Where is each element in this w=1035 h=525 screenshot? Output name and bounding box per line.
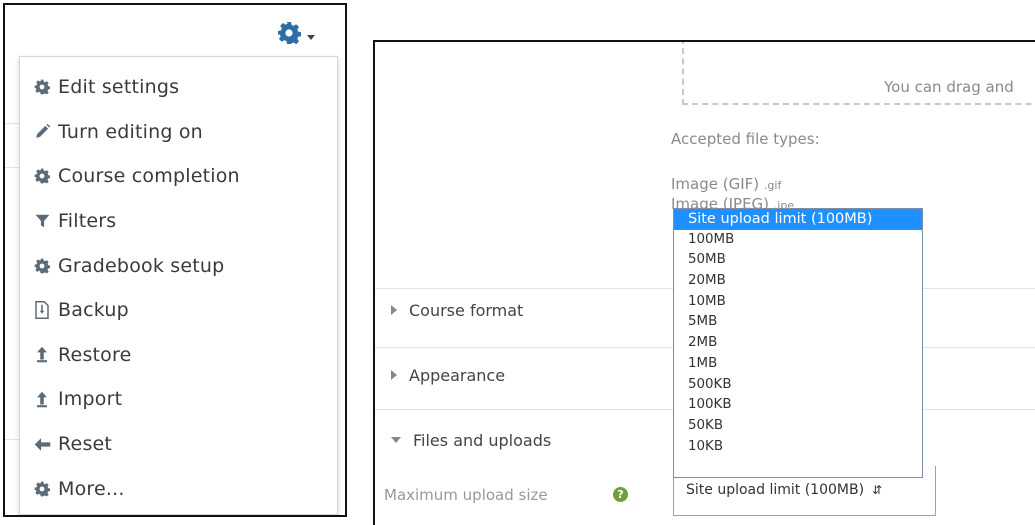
upload-arrow-icon: [33, 346, 51, 364]
updown-arrows-icon: ⇵: [872, 483, 883, 497]
backup-file-icon: [33, 301, 51, 320]
option-10kb[interactable]: 10KB: [674, 437, 922, 458]
menu-item-label: Course completion: [58, 165, 240, 188]
option-1mb[interactable]: 1MB: [674, 354, 922, 375]
menu-item-label: Restore: [58, 343, 132, 366]
menu-item-restore[interactable]: Restore: [20, 333, 337, 378]
chevron-right-icon: [391, 370, 397, 380]
filetype-name: Image (GIF): [671, 175, 760, 193]
menu-item-backup[interactable]: Backup: [20, 288, 337, 333]
upload-arrow-icon: [33, 390, 51, 408]
accepted-file-types-title: Accepted file types:: [671, 130, 820, 148]
filter-icon: [33, 212, 51, 230]
option-50kb[interactable]: 50KB: [674, 416, 922, 437]
course-settings-form: You can drag and Accepted file types: Im…: [373, 40, 1035, 525]
menu-item-turn-editing-on[interactable]: Turn editing on: [20, 110, 337, 155]
gear-icon: [33, 480, 51, 498]
menu-item-label: Filters: [58, 210, 117, 233]
filetype-ext: .gif: [763, 179, 782, 192]
menu-item-label: Edit settings: [58, 76, 180, 99]
section-label: Appearance: [409, 365, 506, 385]
gear-icon: [277, 21, 302, 49]
section-label: Course format: [409, 300, 524, 320]
dropzone-hint: You can drag and: [884, 78, 1014, 96]
menu-item-gradebook-setup[interactable]: Gradebook setup: [20, 243, 337, 288]
max-upload-size-options: Site upload limit (100MB) 100MB 50MB 20M…: [673, 208, 923, 478]
option-10mb[interactable]: 10MB: [674, 292, 922, 313]
arrow-left-icon: [33, 435, 51, 453]
gear-icon: [33, 167, 51, 185]
pencil-icon: [33, 123, 51, 141]
menu-item-course-completion[interactable]: Course completion: [20, 154, 337, 199]
option-100mb[interactable]: 100MB: [674, 230, 922, 251]
section-course-format[interactable]: Course format: [391, 298, 523, 322]
menu-item-label: Backup: [58, 299, 129, 322]
filetype-item: Image (GIF) .gif: [671, 175, 781, 193]
max-upload-size-label: Maximum upload size: [384, 486, 548, 504]
menu-item-label: Gradebook setup: [58, 254, 225, 277]
option-500kb[interactable]: 500KB: [674, 375, 922, 396]
chevron-right-icon: [391, 305, 397, 315]
chevron-down-icon: [391, 437, 401, 443]
option-5mb[interactable]: 5MB: [674, 312, 922, 333]
option-site-upload-limit[interactable]: Site upload limit (100MB): [674, 209, 922, 230]
help-icon[interactable]: ?: [613, 487, 628, 502]
option-50mb[interactable]: 50MB: [674, 250, 922, 271]
menu-item-edit-settings[interactable]: Edit settings: [20, 65, 337, 110]
option-100kb[interactable]: 100KB: [674, 395, 922, 416]
menu-item-filters[interactable]: Filters: [20, 199, 337, 244]
option-2mb[interactable]: 2MB: [674, 333, 922, 354]
actions-menu-toggle[interactable]: [277, 21, 337, 49]
section-files-and-uploads[interactable]: Files and uploads: [391, 428, 551, 452]
menu-item-reset[interactable]: Reset: [20, 422, 337, 467]
menu-item-label: Turn editing on: [58, 120, 203, 143]
menu-item-import[interactable]: Import: [20, 377, 337, 422]
section-appearance[interactable]: Appearance: [391, 363, 505, 387]
actions-dropdown-menu: Edit settings Turn editing on Course com…: [19, 56, 338, 515]
gear-icon: [33, 78, 51, 96]
menu-item-more[interactable]: More...: [20, 466, 337, 511]
chevron-down-icon: [307, 34, 315, 40]
option-20mb[interactable]: 20MB: [674, 271, 922, 292]
menu-item-label: Import: [58, 388, 123, 411]
menu-item-label: More...: [58, 477, 125, 500]
gear-icon: [33, 257, 51, 275]
menu-item-label: Reset: [58, 433, 113, 456]
select-value: Site upload limit (100MB): [686, 482, 865, 498]
section-label: Files and uploads: [413, 430, 552, 450]
course-admin-panel: Edit settings Turn editing on Course com…: [3, 3, 347, 517]
